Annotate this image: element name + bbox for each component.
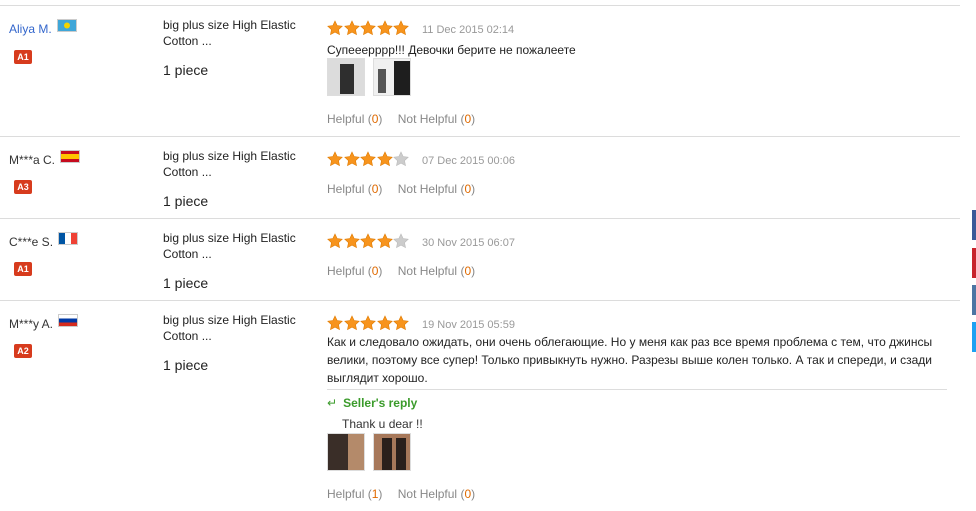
star-filled-icon xyxy=(376,233,393,249)
star-filled-icon xyxy=(360,315,376,331)
product-name: big plus size High Elastic Cotton ... xyxy=(163,313,296,343)
star-filled-icon xyxy=(327,20,343,36)
review-date: 11 Dec 2015 02:14 xyxy=(422,24,515,36)
helpful-link[interactable]: Helpful (0) xyxy=(327,182,382,196)
photo-image xyxy=(328,59,364,95)
quantity: 1 piece xyxy=(163,357,209,373)
not-helpful-link[interactable]: Not Helpful (0) xyxy=(398,112,475,126)
not-helpful-link[interactable]: Not Helpful (0) xyxy=(398,487,475,501)
photo-image xyxy=(328,434,364,470)
review-date: 07 Dec 2015 00:06 xyxy=(422,155,515,167)
share-bar-vk[interactable] xyxy=(972,285,976,315)
flag-es-icon xyxy=(60,149,81,163)
star-filled-icon xyxy=(343,233,360,249)
review-date: 30 Nov 2015 06:07 xyxy=(422,237,515,249)
review-text: Супееерррр!!! Девочки берите не пожалеет… xyxy=(327,43,576,57)
star-rating xyxy=(327,20,410,36)
star-filled-icon xyxy=(343,315,360,331)
helpful-link[interactable]: Helpful (0) xyxy=(327,112,382,126)
reviewer-name-link[interactable]: Aliya M. xyxy=(9,18,77,36)
flag-kz-icon xyxy=(56,18,77,32)
reviewer-name: C***e S. xyxy=(9,231,79,249)
photo-image xyxy=(374,434,410,470)
reply-divider xyxy=(327,389,947,390)
star-filled-icon xyxy=(343,20,360,36)
helpful-votes: Helpful (0) Not Helpful (0) xyxy=(327,112,475,126)
star-filled-icon xyxy=(360,151,376,167)
star-filled-icon xyxy=(327,233,343,249)
photo-image xyxy=(374,59,410,95)
helpful-votes: Helpful (0) Not Helpful (0) xyxy=(327,182,475,196)
product-name: big plus size High Elastic Cotton ... xyxy=(163,231,296,261)
buyer-level-badge: A1 xyxy=(14,50,32,64)
star-rating xyxy=(327,233,410,249)
star-rating xyxy=(327,315,410,331)
review-item: M***a C. A3 big plus size High Elastic C… xyxy=(0,136,960,219)
star-filled-icon xyxy=(393,20,409,36)
star-filled-icon xyxy=(376,315,393,331)
not-helpful-link[interactable]: Not Helpful (0) xyxy=(398,264,475,278)
review-date: 19 Nov 2015 05:59 xyxy=(422,319,515,331)
reply-arrow-icon: ↵ xyxy=(327,396,338,410)
star-filled-icon xyxy=(343,151,360,167)
helpful-link[interactable]: Helpful (1) xyxy=(327,487,382,501)
star-filled-icon xyxy=(376,151,393,167)
review-photo-thumbnail[interactable] xyxy=(327,433,365,471)
review-item: C***e S. A1 big plus size High Elastic C… xyxy=(0,218,960,301)
star-empty-icon xyxy=(393,233,409,249)
helpful-link[interactable]: Helpful (0) xyxy=(327,264,382,278)
star-filled-icon xyxy=(360,20,376,36)
review-text: Как и следовало ожидать, они очень облег… xyxy=(327,335,933,385)
quantity: 1 piece xyxy=(163,62,209,78)
share-bar-twitter[interactable] xyxy=(972,322,976,352)
review-photo-thumbnail[interactable] xyxy=(373,433,411,471)
product-name: big plus size High Elastic Cotton ... xyxy=(163,18,296,48)
product-name: big plus size High Elastic Cotton ... xyxy=(163,149,296,179)
star-empty-icon xyxy=(393,151,409,167)
seller-reply-title: ↵ Seller's reply xyxy=(327,396,418,410)
helpful-votes: Helpful (1) Not Helpful (0) xyxy=(327,487,475,501)
star-rating xyxy=(327,151,410,167)
review-item: M***y A. A2 big plus size High Elastic C… xyxy=(0,300,960,511)
star-filled-icon xyxy=(376,20,393,36)
not-helpful-link[interactable]: Not Helpful (0) xyxy=(398,182,475,196)
star-filled-icon xyxy=(327,315,343,331)
flag-ru-icon xyxy=(58,313,79,327)
buyer-level-badge: A1 xyxy=(14,262,32,276)
review-photo-thumbnail[interactable] xyxy=(373,58,411,96)
star-filled-icon xyxy=(327,151,343,167)
star-filled-icon xyxy=(360,233,376,249)
share-bar-facebook[interactable] xyxy=(972,210,976,240)
helpful-votes: Helpful (0) Not Helpful (0) xyxy=(327,264,475,278)
seller-reply-text: Thank u dear !! xyxy=(342,417,423,431)
share-bar-pinterest[interactable] xyxy=(972,248,976,278)
flag-fr-icon xyxy=(58,231,79,245)
star-filled-icon xyxy=(393,315,409,331)
review-photo-thumbnail[interactable] xyxy=(327,58,365,96)
reviewer-name[interactable]: Aliya M. xyxy=(9,22,52,36)
buyer-level-badge: A2 xyxy=(14,344,32,358)
quantity: 1 piece xyxy=(163,275,209,291)
buyer-level-badge: A3 xyxy=(14,180,32,194)
reviewer-name: M***y A. xyxy=(9,313,79,331)
review-item: Aliya M. A1 big plus size High Elastic C… xyxy=(0,5,960,136)
reviewer-name: M***a C. xyxy=(9,149,81,167)
quantity: 1 piece xyxy=(163,193,209,209)
